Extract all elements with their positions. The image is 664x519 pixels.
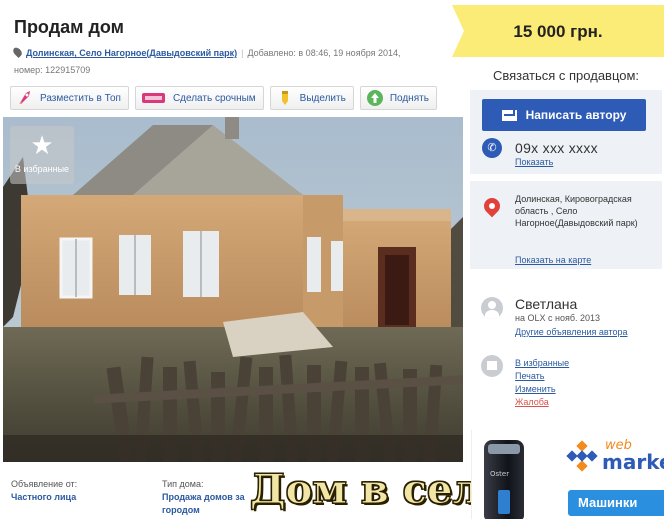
favorite-link[interactable]: В избранные (515, 357, 569, 370)
listing-main: Продам дом Долинская, Село Нагорное(Давы… (0, 0, 507, 519)
envelope-icon (501, 109, 517, 121)
listing-number: номер: 122915709 (14, 65, 91, 75)
highlight-button[interactable]: Выделить (269, 86, 354, 110)
address-text: Долинская, Кировоградская область , Село… (515, 194, 638, 228)
phone-number: 09x xxx xxxx (515, 140, 598, 156)
ad-banner[interactable]: Oster web market Машинки (471, 430, 664, 519)
other-ads-link[interactable]: Другие объявления автора (515, 327, 628, 337)
listing-meta: Долинская, Село Нагорное(Давыдовский пар… (11, 45, 450, 79)
price-value: 15 000 грн. (513, 22, 603, 41)
hair-clipper-image: Oster (484, 440, 524, 519)
location-pin-icon (11, 45, 24, 59)
rocket-icon (19, 91, 30, 104)
owner-value[interactable]: Частного лица (11, 491, 77, 504)
contact-panel: Написать автору ✆ 09x xxx xxxx Показать (470, 90, 662, 174)
raise-icon (366, 90, 383, 106)
photo-caption-overlay: Дом в селе (249, 466, 507, 514)
seller-name: Светлана (515, 296, 578, 312)
add-to-favorites-button[interactable]: ★ В избранные (10, 126, 74, 184)
added-date: Добавлено: в 08:46, 19 ноября 2014, (247, 48, 401, 58)
urgent-badge-icon (141, 93, 165, 103)
address-panel: Долинская, Кировоградская область , Село… (470, 181, 662, 269)
star-icon: ★ (30, 130, 54, 160)
show-phone-link[interactable]: Показать (515, 157, 553, 167)
raise-button[interactable]: Поднять (359, 86, 437, 110)
show-on-map-link[interactable]: Показать на карте (515, 255, 591, 265)
listing-options-menu: В избранные Печать Изменить Жалоба (515, 357, 569, 409)
options-icon (481, 355, 503, 377)
make-urgent-button[interactable]: Сделать срочным (134, 86, 264, 110)
webmarket-logo-icon (566, 440, 598, 472)
promote-top-button[interactable]: Разместить в Топ (10, 86, 129, 110)
page-title: Продам дом (14, 17, 124, 37)
marker-icon (281, 91, 288, 105)
promo-actions: Разместить в Топ Сделать срочным Выделит… (10, 86, 437, 110)
seller-since: на OLX с нояб. 2013 (515, 313, 601, 323)
map-pin-icon (480, 194, 504, 218)
print-link[interactable]: Печать (515, 370, 569, 383)
write-author-button[interactable]: Написать автору (482, 99, 646, 131)
owner-info: Объявление от: Частного лица (11, 478, 77, 504)
complain-link[interactable]: Жалоба (515, 396, 569, 409)
ad-cta-button[interactable]: Машинки (568, 490, 664, 516)
location-link[interactable]: Долинская, Село Нагорное(Давыдовский пар… (26, 48, 237, 58)
price-badge: 15 000 грн. (452, 5, 664, 57)
owner-label: Объявление от: (11, 479, 78, 489)
edit-link[interactable]: Изменить (515, 383, 569, 396)
contact-heading: Связаться с продавцом: (492, 68, 640, 83)
user-avatar-icon (481, 297, 503, 319)
ad-market-text: market (602, 450, 664, 474)
phone-icon: ✆ (482, 138, 502, 158)
